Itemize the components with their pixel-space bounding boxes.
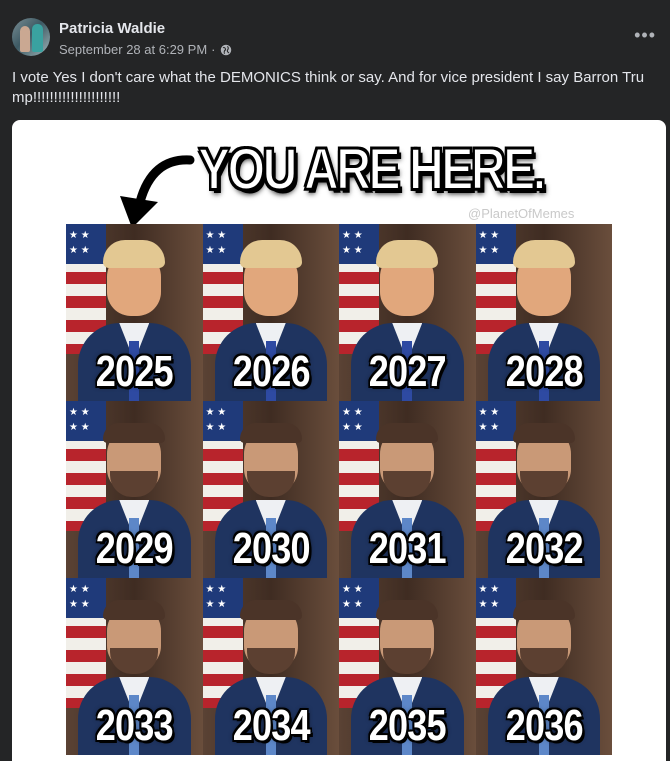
portrait-flag-blue (339, 578, 379, 618)
portrait-hair (239, 240, 302, 268)
portrait-flag-blue (66, 578, 106, 618)
portrait-hair (376, 423, 439, 443)
portrait-flag-blue (66, 224, 106, 264)
year-label: 2028 (505, 347, 583, 396)
portrait-tile: 2036 (475, 578, 612, 755)
year-label: 2030 (232, 524, 310, 573)
meta-separator: · (211, 42, 216, 57)
year-grid: 2025 2026 2027 2028 2029 2030 2031 2032 2033 2034… (66, 224, 612, 761)
year-label: 2027 (368, 347, 447, 396)
year-label: 2026 (232, 347, 310, 396)
portrait-hair (512, 600, 575, 620)
year-label: 2029 (95, 524, 174, 573)
watermark: @PlanetOfMemes (468, 206, 575, 221)
portrait-tile: 2028 (475, 224, 612, 401)
portrait-hair (103, 423, 166, 443)
portrait-flag-blue (202, 224, 243, 264)
portrait-tile: 2029 (66, 401, 203, 578)
more-options-button[interactable]: ••• (634, 26, 656, 44)
portrait-tile: 2031 (339, 401, 476, 578)
post-timestamp[interactable]: September 28 at 6:29 PM (59, 42, 207, 57)
portrait-hair (239, 423, 302, 443)
portrait-hair (239, 600, 302, 620)
portrait-tile: 2035 (339, 578, 476, 755)
globe-icon[interactable] (220, 44, 232, 56)
portrait-flag-blue (475, 401, 516, 441)
year-label: 2032 (505, 524, 583, 573)
headline-text: YOU ARE HERE. (197, 137, 547, 202)
portrait-flag-blue (66, 401, 106, 441)
post-image[interactable]: YOU ARE HERE. @PlanetOfMemes 20252026202… (12, 120, 666, 761)
year-label: 2034 (232, 701, 310, 750)
portrait-hair (103, 240, 166, 268)
year-label: 2025 (95, 347, 174, 396)
portrait-flag-blue (475, 578, 516, 618)
portrait-flag-blue (339, 401, 379, 441)
post-meta: September 28 at 6:29 PM · (59, 42, 232, 57)
portrait-flag-blue (475, 224, 516, 264)
portrait-flag-blue (339, 224, 379, 264)
portrait-hair (103, 600, 166, 620)
year-label: 2033 (95, 701, 174, 750)
portrait-tile: 2030 (202, 401, 339, 578)
curved-arrow-icon (120, 155, 195, 228)
portrait-tile: 2026 (202, 224, 339, 401)
portrait-hair (512, 423, 575, 443)
avatar-photo-figure (32, 24, 43, 52)
author-name[interactable]: Patricia Waldie (59, 20, 165, 37)
portrait-flag-blue (202, 401, 243, 441)
portrait-hair (376, 240, 439, 268)
year-label: 2036 (505, 701, 583, 750)
avatar-photo-figure (20, 26, 30, 52)
portrait-tile: 2027 (339, 224, 476, 401)
portrait-tile: 2034 (202, 578, 339, 755)
post-text: I vote Yes I don't care what the DEMONIC… (12, 69, 645, 106)
portrait-hair (512, 240, 575, 268)
portrait-flag-blue (202, 578, 243, 618)
portrait-hair (376, 600, 439, 620)
portrait-tile: 2033 (66, 578, 203, 755)
portrait-tile: 2025 (66, 224, 203, 401)
year-label: 2035 (368, 701, 447, 750)
year-label: 2031 (368, 524, 447, 573)
portrait-tile: 2032 (475, 401, 612, 578)
avatar[interactable] (12, 18, 50, 56)
facebook-post: Patricia Waldie September 28 at 6:29 PM … (0, 0, 670, 761)
